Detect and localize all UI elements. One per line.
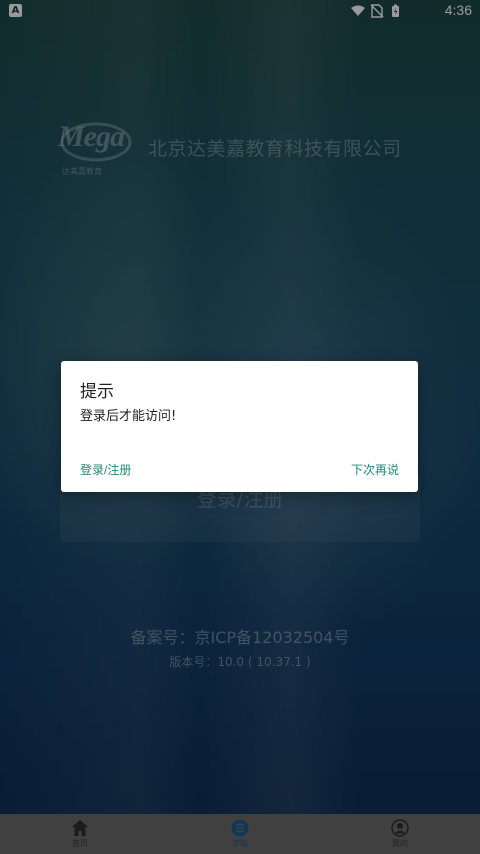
dialog-login-button[interactable]: 登录/注册 <box>80 461 131 478</box>
dialog-message: 登录后才能访问! <box>80 409 177 424</box>
login-prompt-dialog: 提示 登录后才能访问! 登录/注册 下次再说 <box>61 361 418 492</box>
dialog-title: 提示 <box>80 382 114 402</box>
dialog-later-button[interactable]: 下次再说 <box>351 461 399 478</box>
